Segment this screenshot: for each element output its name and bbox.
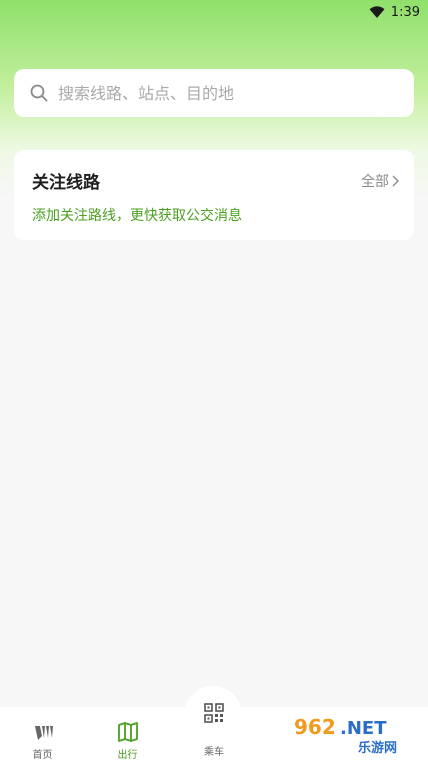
chevron-right-icon [392, 175, 399, 186]
search-input[interactable] [58, 69, 414, 117]
search-bar[interactable] [14, 69, 414, 117]
svg-text:962: 962 [294, 715, 336, 739]
svg-text:乐游网: 乐游网 [358, 740, 397, 756]
svg-text:.NET: .NET [340, 718, 387, 739]
home-icon [34, 726, 53, 740]
search-icon [30, 84, 48, 102]
nav-item-travel[interactable]: 出行 [85, 707, 170, 761]
view-all-button[interactable]: 全部 [361, 171, 400, 191]
add-follow-link[interactable]: 添加关注路线，更快获取公交消息 [32, 205, 400, 225]
nav-label-home: 首页 [32, 750, 53, 761]
follow-card-title: 关注线路 [32, 173, 100, 193]
follow-lines-card: 关注线路 全部 添加关注路线，更快获取公交消息 [14, 150, 414, 240]
app-screen: 1:39 关注线路 全部 添加关注路线，更快获取公交消息 [0, 0, 428, 761]
nav-label-ride: 乘车 [204, 747, 224, 758]
status-bar: 1:39 [0, 0, 428, 24]
site-watermark-logo: 962 .NET 乐游网 [288, 712, 424, 756]
wifi-icon [369, 6, 385, 18]
map-icon [117, 722, 138, 742]
follow-card-header: 关注线路 全部 [32, 168, 400, 193]
nav-item-home[interactable]: 首页 [0, 707, 85, 761]
nav-item-ride[interactable]: 乘车 [172, 703, 256, 761]
nav-label-travel: 出行 [117, 750, 138, 761]
qr-code-icon [204, 703, 224, 723]
status-time: 1:39 [390, 4, 420, 20]
view-all-label: 全部 [361, 173, 389, 190]
